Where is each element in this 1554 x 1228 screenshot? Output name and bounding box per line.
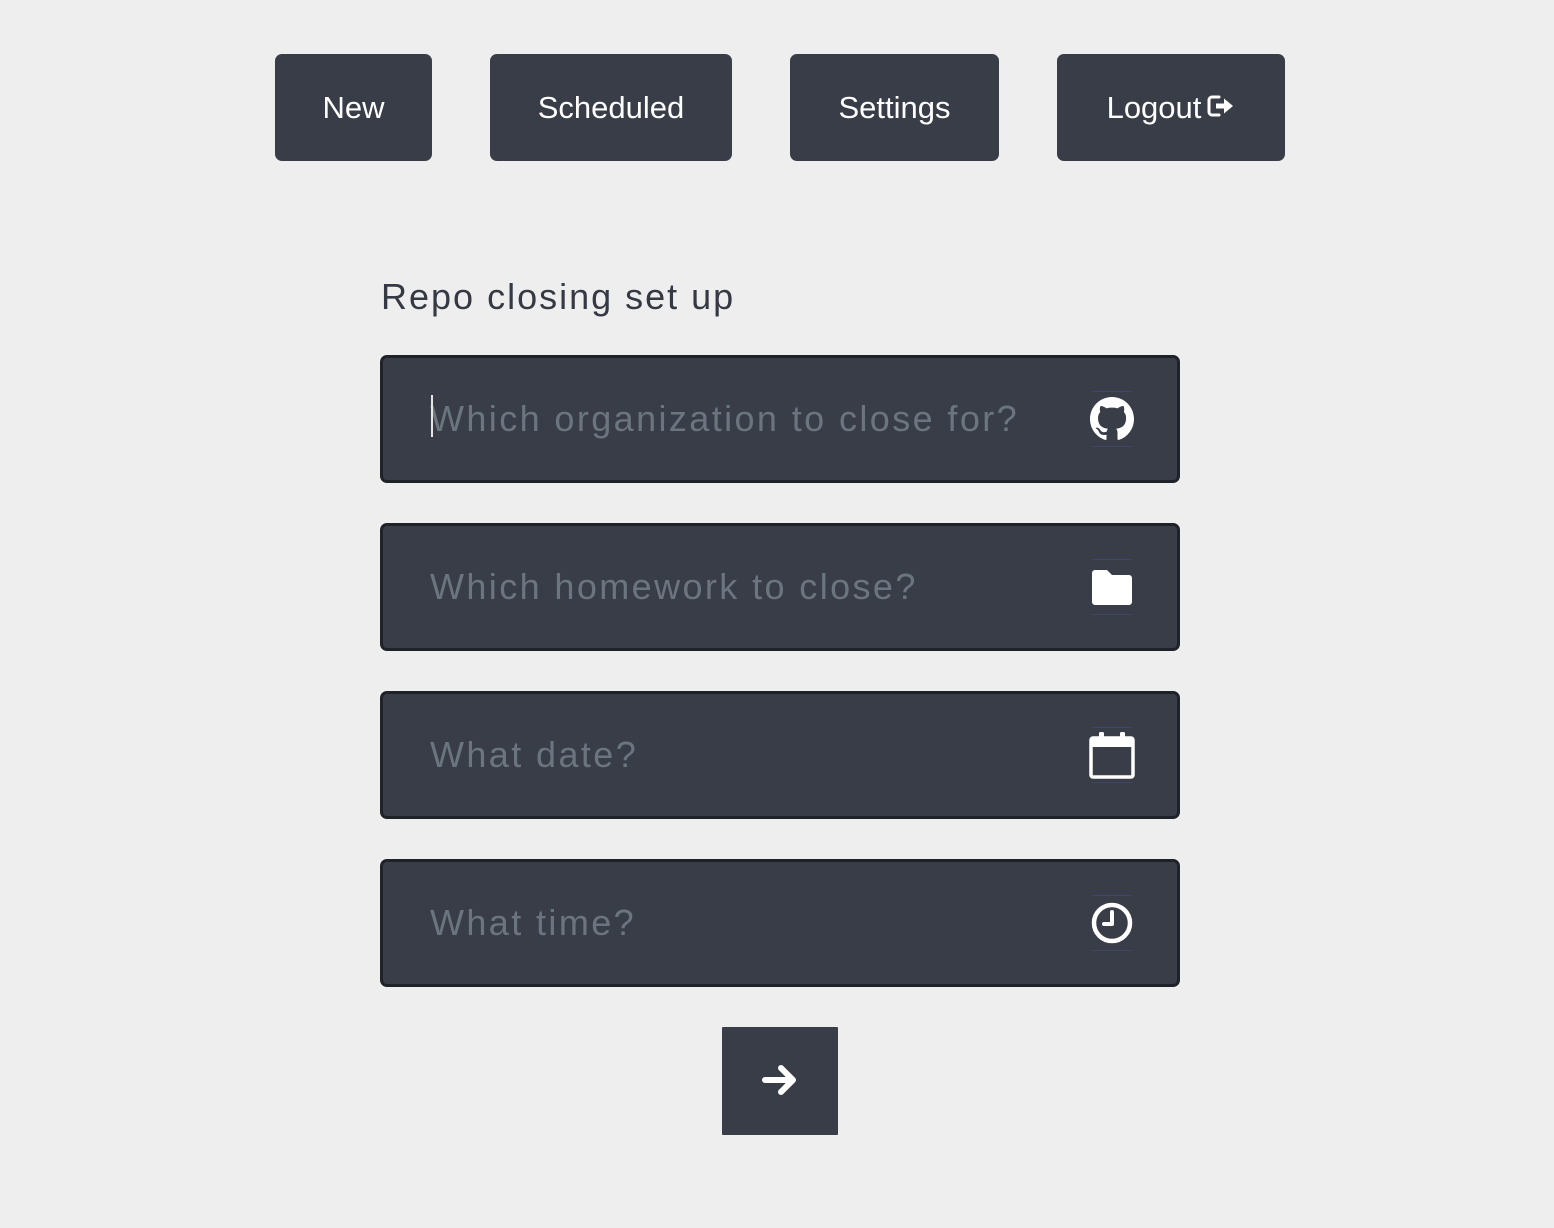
settings-button[interactable]: Settings [790,54,999,161]
new-button[interactable]: New [275,54,432,161]
date-input[interactable] [430,694,1070,816]
organization-field [380,355,1180,483]
scheduled-button[interactable]: Scheduled [490,54,732,161]
form-title: Repo closing set up [381,276,736,317]
calendar-icon [1088,727,1136,783]
arrow-right-icon [761,1061,799,1102]
text-caret [431,395,433,437]
organization-input[interactable] [430,358,1070,480]
homework-field [380,523,1180,651]
date-field [380,691,1180,819]
sign-out-icon [1207,90,1235,126]
settings-button-label: Settings [838,89,951,125]
github-icon [1088,391,1136,447]
folder-icon [1088,559,1136,615]
page: New Scheduled Settings Logout Repo closi… [0,0,1554,1228]
submit-button[interactable] [722,1027,838,1135]
clock-icon [1088,895,1136,951]
time-field [380,859,1180,987]
scheduled-button-label: Scheduled [537,89,685,125]
new-button-label: New [322,89,385,125]
homework-input[interactable] [430,526,1070,648]
logout-button[interactable]: Logout [1057,54,1285,161]
logout-button-label: Logout [1106,89,1202,125]
time-input[interactable] [430,862,1070,984]
